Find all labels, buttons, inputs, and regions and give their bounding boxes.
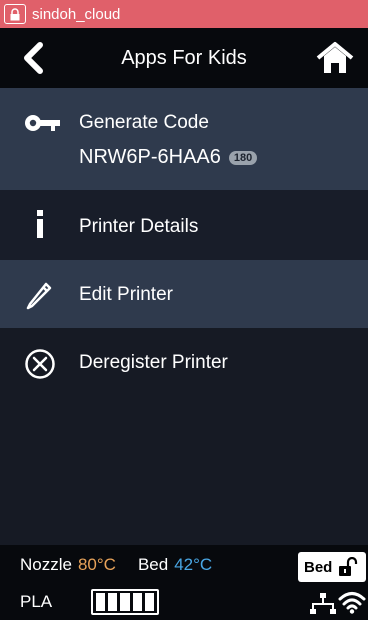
- status-bar: sindoh_cloud: [0, 0, 368, 28]
- filament-level-cell: [96, 593, 106, 611]
- bed-lock-label: Bed: [304, 558, 333, 576]
- filament-level-gauge: [91, 589, 159, 615]
- lock-screen-icon: [4, 4, 26, 24]
- bed-label: Bed: [137, 555, 169, 574]
- nozzle-label: Nozzle: [20, 555, 72, 574]
- temperature-readout: Nozzle 80°C Bed 42°C: [20, 555, 212, 575]
- wifi-icon: [338, 592, 366, 614]
- chevron-left-icon: [24, 42, 43, 74]
- generate-code-item[interactable]: Generate Code NRW6P-6HAA6 180: [0, 88, 368, 190]
- filament-material: PLA: [20, 592, 53, 611]
- deregister-printer-item[interactable]: Deregister Printer: [0, 328, 368, 398]
- home-icon: [316, 42, 354, 73]
- info-icon: [34, 210, 46, 238]
- pencil-icon: [24, 280, 54, 310]
- edit-printer-item[interactable]: Edit Printer: [0, 260, 368, 328]
- edit-printer-label: Edit Printer: [79, 284, 173, 305]
- bed-temp: 42°C: [174, 555, 213, 574]
- filament-level-cell: [144, 593, 155, 611]
- bed-lock-button[interactable]: Bed: [298, 552, 366, 582]
- filament-level-cell: [120, 593, 130, 611]
- page-title: Apps For Kids: [121, 46, 247, 69]
- back-button[interactable]: [18, 42, 50, 74]
- printer-status-footer: Nozzle 80°C Bed 42°C PLA Bed: [0, 545, 368, 620]
- generate-code-label: Generate Code: [79, 112, 209, 133]
- code-timer-badge: 180: [228, 150, 258, 165]
- key-icon: [24, 112, 62, 134]
- filament-level-cell: [132, 593, 142, 611]
- nozzle-temp: 80°C: [77, 555, 116, 574]
- ethernet-icon: [310, 593, 336, 614]
- code-value: NRW6P-6HAA6: [79, 146, 221, 168]
- circle-x-icon: [24, 348, 56, 380]
- filament-level-cell: [108, 593, 118, 611]
- home-button[interactable]: [316, 41, 354, 75]
- unlocked-padlock-icon: [339, 557, 358, 576]
- generated-code: NRW6P-6HAA6 180: [79, 146, 258, 169]
- printer-details-item[interactable]: Printer Details: [0, 190, 368, 260]
- settings-menu: Generate Code NRW6P-6HAA6 180 Printer De…: [0, 88, 368, 398]
- device-name: sindoh_cloud: [32, 5, 121, 23]
- app-header: Apps For Kids: [0, 28, 368, 88]
- printer-details-label: Printer Details: [79, 216, 199, 237]
- deregister-printer-label: Deregister Printer: [79, 352, 228, 373]
